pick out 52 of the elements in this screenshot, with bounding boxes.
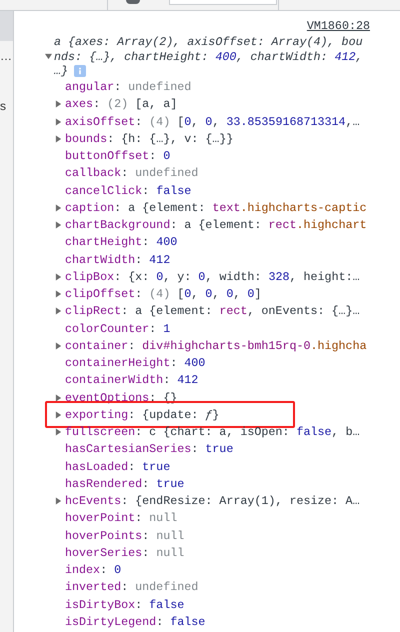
expand-triangle-icon[interactable] <box>55 221 62 230</box>
sidebar-item[interactable]: … <box>0 45 13 67</box>
expand-triangle-icon[interactable] <box>55 272 62 281</box>
property-line: index: 0 <box>65 563 122 578</box>
expand-triangle-icon[interactable] <box>45 53 52 60</box>
expand-triangle-icon[interactable] <box>55 342 62 350</box>
record-icon[interactable] <box>126 0 140 4</box>
sidebar-item[interactable]: s <box>0 95 13 117</box>
source-link[interactable]: VM1860:28 <box>306 19 370 34</box>
property-line: buttonOffset: 0 <box>65 149 170 164</box>
property-line: cancelClick: false <box>65 184 192 198</box>
expand-triangle-icon[interactable] <box>55 394 62 402</box>
info-icon <box>74 65 86 77</box>
property-line: isDirtyLegend: false <box>65 614 206 629</box>
property-line: containerWidth: 412 <box>65 373 198 388</box>
property-line: clipOffset: (4) [0, 0, 0, 0] <box>65 287 262 302</box>
property-line: bounds: {h: {…}, v: {…}} <box>65 132 234 146</box>
property-line: hoverSeries: null <box>65 546 184 560</box>
property-line: callback: undefined <box>65 166 198 180</box>
property-line: containerHeight: 400 <box>65 356 206 370</box>
property-line: chartWidth: 412 <box>65 252 170 267</box>
property-line: clipBox: {x: 0, y: 0, width: 328, height:… <box>65 270 360 284</box>
property-line: caption: a {element: text.highcharts-captic <box>65 200 367 215</box>
expand-triangle-icon[interactable] <box>55 118 62 126</box>
property-line: axisOffset: (4) [0, 0, 33.85359168713314,… <box>65 114 360 129</box>
property-line: chartHeight: 400 <box>65 235 178 250</box>
property-line: colorCounter: 1 <box>65 322 170 336</box>
property-line: hoverPoint: null <box>65 511 178 526</box>
property-line: clipRect: a {element: rect, onEvents: {…}… <box>65 304 360 318</box>
property-line: hcEvents: {endResize: Array(1), resize: A… <box>65 494 360 508</box>
expand-triangle-icon[interactable] <box>55 204 62 212</box>
property-line: container: div#highcharts-bmh15rq-0.highcha <box>65 338 367 353</box>
property-line: inverted: undefined <box>65 580 198 594</box>
expand-triangle-icon[interactable] <box>55 134 62 143</box>
property-line: chartBackground: a {element: rect.highchart <box>65 218 367 232</box>
property-line: axes: (2) [a, a] <box>65 97 178 112</box>
expand-triangle-icon[interactable] <box>55 290 62 298</box>
expand-triangle-icon[interactable] <box>55 410 62 419</box>
property-line: hasRendered: true <box>65 476 184 491</box>
property-line: angular: undefined <box>65 80 192 94</box>
property-line: isDirtyBox: false <box>65 598 184 612</box>
expand-triangle-icon[interactable] <box>55 428 62 436</box>
expand-triangle-icon[interactable] <box>55 100 62 108</box>
property-line: exporting: {update: ƒ} <box>65 408 220 422</box>
property-line: hoverPoints: null <box>65 528 184 543</box>
property-line: hasCartesianSeries: true <box>65 442 234 456</box>
filter-field[interactable] <box>169 0 277 5</box>
expand-triangle-icon[interactable] <box>55 497 62 506</box>
property-line: fullscreen: c {chart: a, isOpen: false, b… <box>65 425 360 440</box>
object-preview: a {axes: Array(2), axisOffset: Array(4), bounds: {…}, chartHeight: 400, chartWidth: 412, …} <box>54 35 364 78</box>
expand-triangle-icon[interactable] <box>55 307 62 316</box>
property-line: hasLoaded: true <box>65 460 170 474</box>
